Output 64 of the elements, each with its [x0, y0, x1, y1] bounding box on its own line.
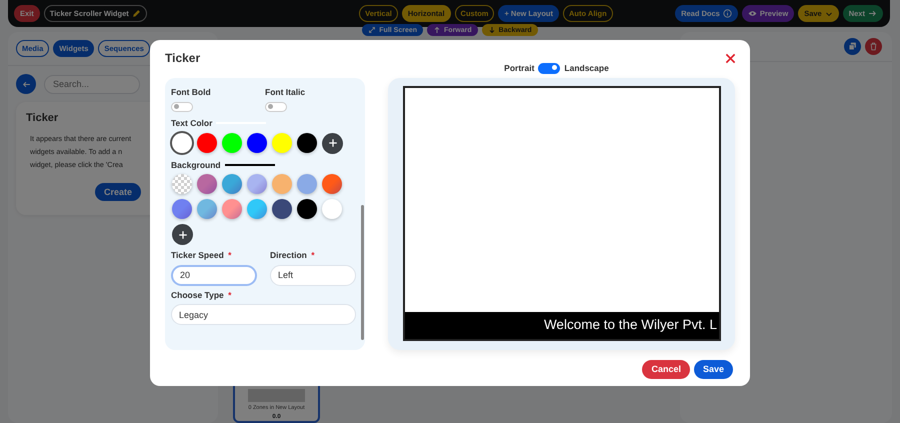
- field-label: Choose Type *: [171, 289, 232, 302]
- input-field[interactable]: 20: [171, 264, 257, 286]
- delete-button[interactable]: [865, 38, 882, 55]
- field-label: Direction *: [270, 249, 316, 262]
- section-label: Background: [171, 158, 221, 172]
- section-label: Text Color: [171, 116, 212, 130]
- plus-icon: [178, 230, 188, 240]
- field-label: Font Bold: [171, 86, 211, 99]
- ticker-text: Welcome to the Wilyer Pvt. L: [544, 316, 717, 334]
- background-swatch[interactable]: [322, 199, 342, 220]
- toggle-switch[interactable]: [265, 102, 287, 112]
- color-swatch[interactable]: [172, 132, 192, 152]
- scrollbar-thumb[interactable]: [361, 205, 364, 340]
- arrow-down-icon: [488, 26, 496, 34]
- add-color-button[interactable]: [322, 132, 343, 154]
- background-swatch[interactable]: [172, 174, 192, 194]
- trash-icon: [869, 42, 878, 51]
- input-field[interactable]: Legacy: [171, 304, 356, 326]
- background-swatch[interactable]: [247, 174, 267, 194]
- field-label: Ticker Speed *: [171, 249, 232, 262]
- background-swatch[interactable]: [172, 199, 192, 220]
- color-swatch[interactable]: [222, 132, 242, 152]
- arrow-left-icon: [22, 80, 30, 88]
- thumbnail-preview: [248, 389, 305, 402]
- color-swatch[interactable]: [272, 132, 292, 152]
- background-swatch[interactable]: [272, 174, 292, 194]
- background-swatch[interactable]: [297, 174, 317, 194]
- close-icon: [725, 52, 736, 64]
- background-swatch[interactable]: [247, 199, 267, 220]
- arrow-up-icon: [433, 26, 442, 34]
- back-button[interactable]: [16, 74, 36, 94]
- info-icon: [722, 9, 732, 18]
- cancel-button[interactable]: Cancel: [642, 360, 690, 379]
- eye-icon: [748, 9, 757, 18]
- background-swatch[interactable]: [297, 199, 317, 220]
- background-swatch[interactable]: [322, 174, 342, 194]
- background-swatch[interactable]: [222, 174, 242, 194]
- expand-icon: [368, 26, 376, 34]
- color-swatch[interactable]: [297, 132, 317, 152]
- copy-button[interactable]: [844, 38, 861, 55]
- background-swatch[interactable]: [272, 199, 292, 220]
- close-button[interactable]: [725, 52, 736, 64]
- color-swatch[interactable]: [197, 132, 217, 152]
- pencil-icon: [132, 9, 141, 18]
- background-swatch[interactable]: [197, 174, 217, 194]
- add-color-button[interactable]: [172, 224, 193, 246]
- toggle-switch[interactable]: [538, 62, 560, 74]
- arrow-right-icon: [868, 9, 877, 18]
- create-button[interactable]: Create: [95, 183, 142, 202]
- save-button[interactable]: Save: [694, 360, 733, 379]
- toggle-switch[interactable]: [171, 102, 193, 112]
- card-title: Ticker: [26, 111, 58, 126]
- background-swatch[interactable]: [222, 199, 242, 220]
- field-label: Font Italic: [265, 86, 306, 99]
- copy-icon: [848, 42, 857, 51]
- input-field[interactable]: Left: [270, 264, 356, 286]
- orientation-label: Landscape: [564, 62, 609, 74]
- plus-icon: [328, 138, 338, 148]
- chevron-down-icon: [824, 10, 833, 18]
- search-field[interactable]: Search...: [44, 74, 140, 94]
- dialog-title: Ticker: [165, 50, 200, 67]
- orientation-label: Portrait: [504, 62, 534, 74]
- color-swatch[interactable]: [247, 132, 267, 152]
- background-swatch[interactable]: [197, 199, 217, 220]
